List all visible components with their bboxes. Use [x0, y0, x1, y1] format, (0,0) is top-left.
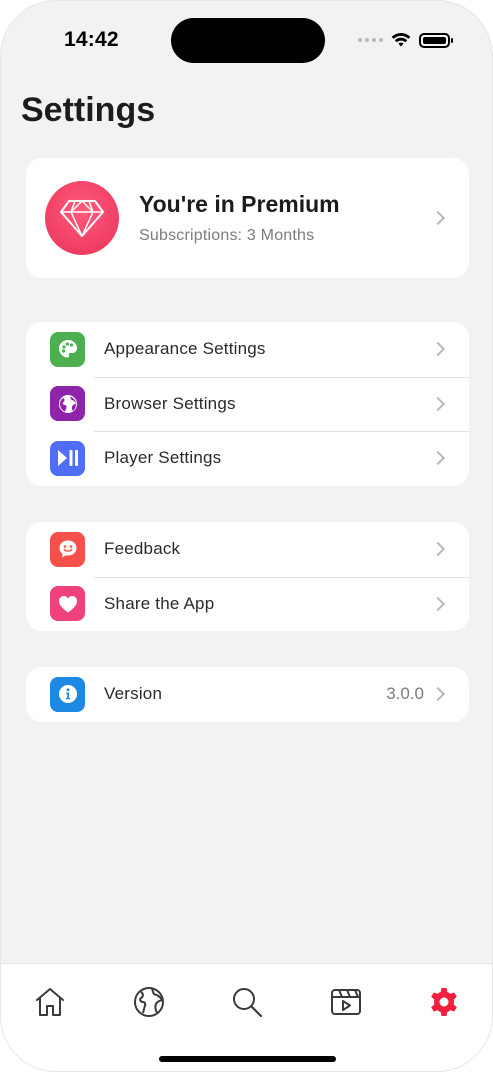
status-time: 14:42: [64, 28, 119, 51]
row-label: Version: [104, 684, 163, 704]
search-icon: [233, 988, 263, 1018]
player-settings-row[interactable]: Player Settings: [26, 431, 469, 486]
tab-settings[interactable]: [424, 982, 464, 1022]
battery-icon: [419, 32, 453, 48]
wifi-icon: [391, 33, 411, 47]
heart-icon: [50, 586, 85, 622]
premium-card[interactable]: You're in Premium Subscriptions: 3 Month…: [26, 158, 469, 278]
settings-group-about: Version 3.0.0: [26, 667, 469, 722]
row-label: Appearance Settings: [104, 339, 266, 359]
row-label: Browser Settings: [104, 393, 236, 413]
row-label: Share the App: [104, 593, 215, 613]
tab-search[interactable]: [227, 982, 267, 1022]
video-icon: [331, 989, 361, 1015]
version-row[interactable]: Version 3.0.0: [26, 667, 469, 722]
globe-icon: [50, 386, 85, 422]
chevron-right-icon: [430, 596, 446, 611]
chevron-right-icon: [430, 541, 446, 557]
home-indicator: [159, 1056, 336, 1062]
phone-screen: 14:42 Settings You're in Premium Subscri…: [0, 0, 493, 1072]
feedback-row[interactable]: Feedback: [26, 522, 469, 577]
home-icon: [36, 988, 64, 1016]
gear-icon: [431, 988, 457, 1016]
tab-browser[interactable]: [129, 982, 169, 1022]
globe-icon: [134, 987, 164, 1017]
share-app-row[interactable]: Share the App: [26, 576, 469, 632]
version-value: 3.0.0: [386, 684, 424, 704]
settings-group-preferences: Appearance Settings Browser Settings Pla…: [26, 322, 469, 486]
settings-group-community: Feedback Share the App: [26, 522, 469, 631]
palette-icon: [50, 331, 85, 367]
dynamic-island: [171, 18, 325, 63]
status-icons: [358, 32, 453, 48]
play-pause-icon: [50, 440, 85, 476]
browser-settings-row[interactable]: Browser Settings: [26, 376, 469, 432]
tab-videos[interactable]: [326, 982, 366, 1022]
page-title: Settings: [21, 91, 156, 129]
feedback-icon: [50, 531, 85, 567]
tab-home[interactable]: [30, 982, 70, 1022]
info-icon: [50, 676, 85, 712]
chevron-right-icon: [430, 450, 446, 466]
chevron-right-icon: [430, 686, 446, 702]
appearance-settings-row[interactable]: Appearance Settings: [26, 322, 469, 377]
row-label: Feedback: [104, 539, 181, 559]
cellular-signal-icon: [358, 38, 383, 42]
premium-title: You're in Premium: [139, 191, 340, 217]
diamond-icon: [45, 181, 119, 255]
row-label: Player Settings: [104, 448, 222, 468]
chevron-right-icon: [430, 396, 446, 411]
premium-subtitle: Subscriptions: 3 Months: [139, 227, 315, 244]
chevron-right-icon: [430, 341, 446, 357]
chevron-right-icon: [430, 210, 446, 226]
